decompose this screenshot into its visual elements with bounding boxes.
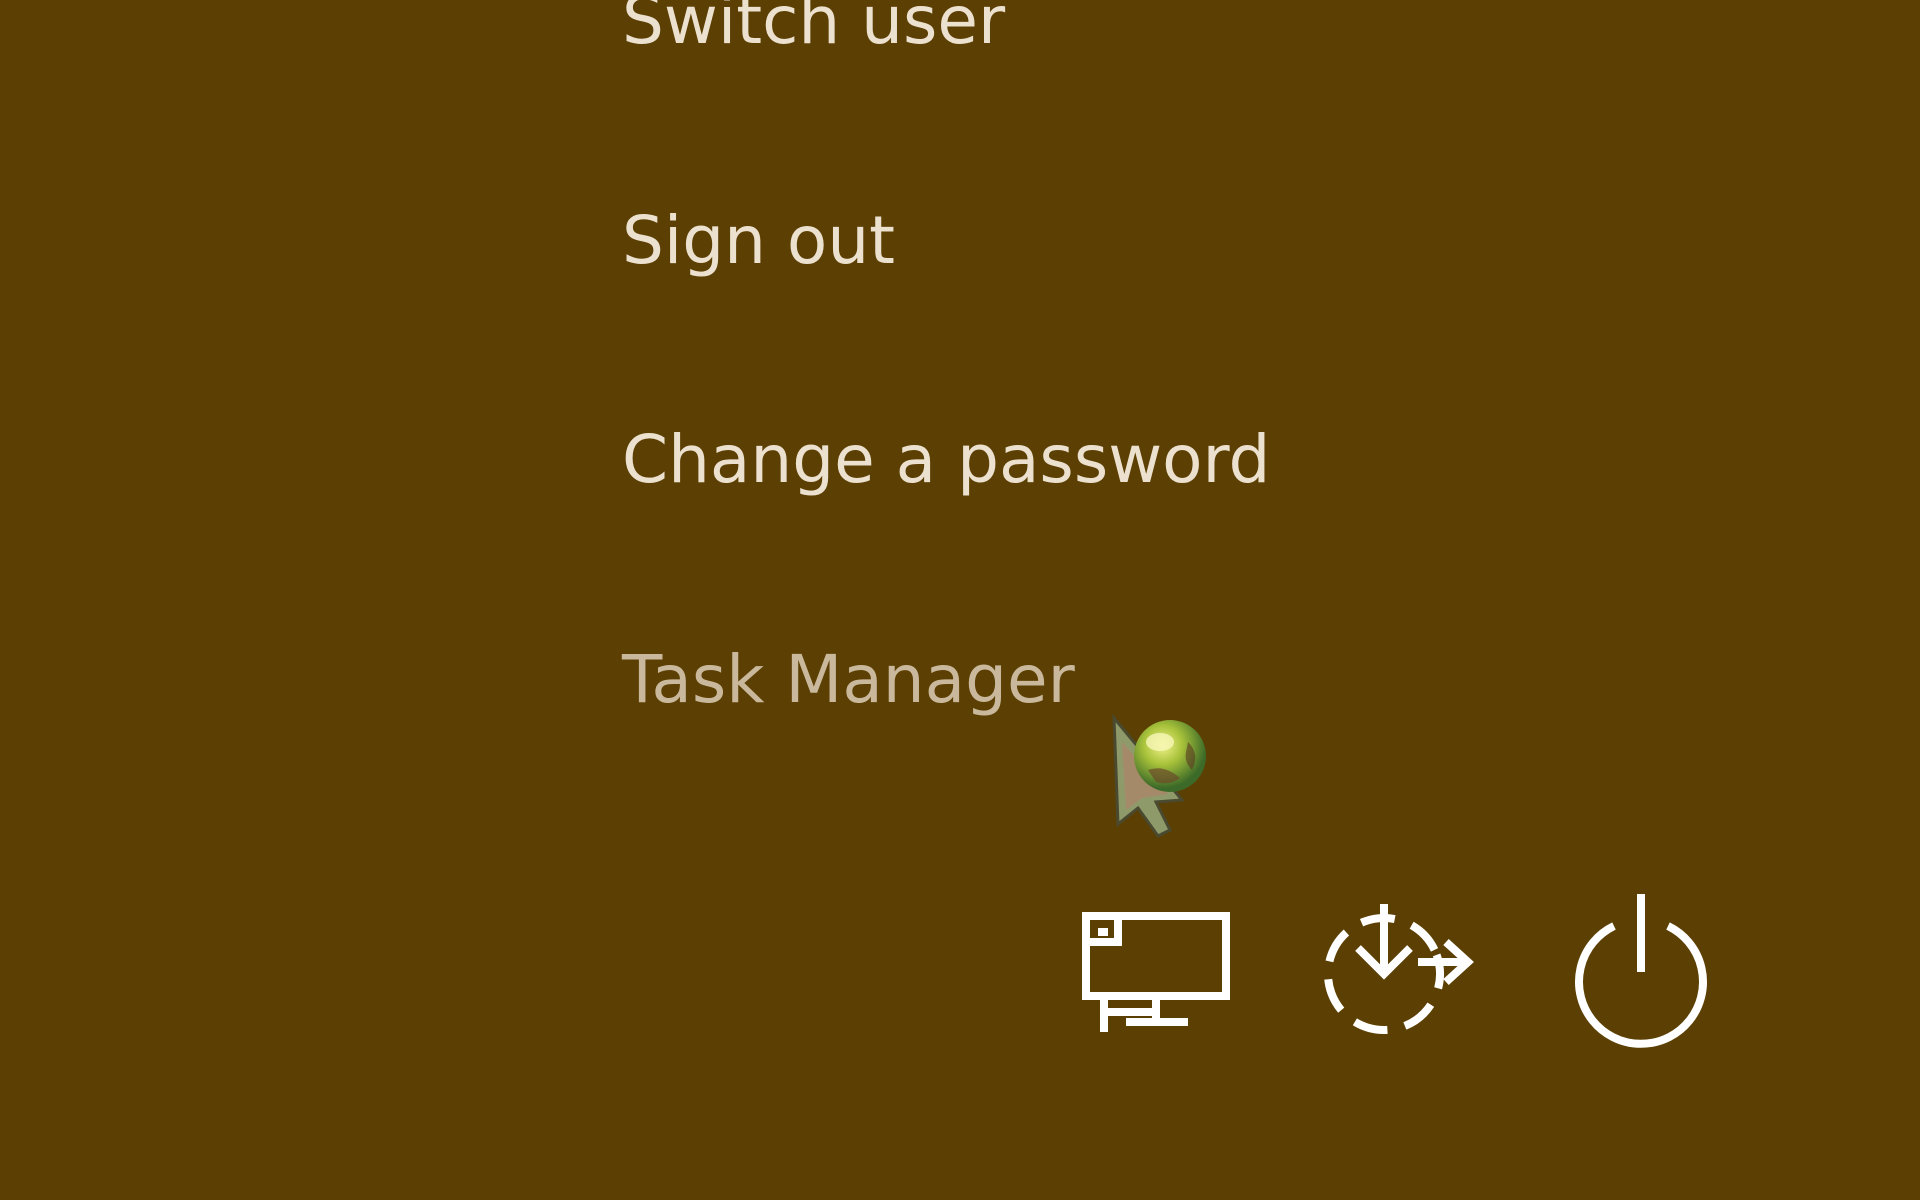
network-icon (1082, 912, 1230, 1032)
power-icon (1575, 894, 1707, 1048)
sign-out-option[interactable]: Sign out (622, 208, 895, 274)
change-password-option[interactable]: Change a password (622, 427, 1270, 493)
power-button[interactable] (1566, 890, 1716, 1050)
switch-user-option[interactable]: Switch user (622, 0, 1005, 54)
ease-of-access-button[interactable] (1318, 898, 1478, 1038)
network-button[interactable] (1078, 904, 1238, 1034)
busy-cursor-icon (1108, 712, 1222, 842)
task-manager-option[interactable]: Task Manager (622, 647, 1075, 713)
security-options-screen: Switch user Sign out Change a password T… (0, 0, 1920, 1200)
ease-of-access-icon (1324, 904, 1474, 1034)
